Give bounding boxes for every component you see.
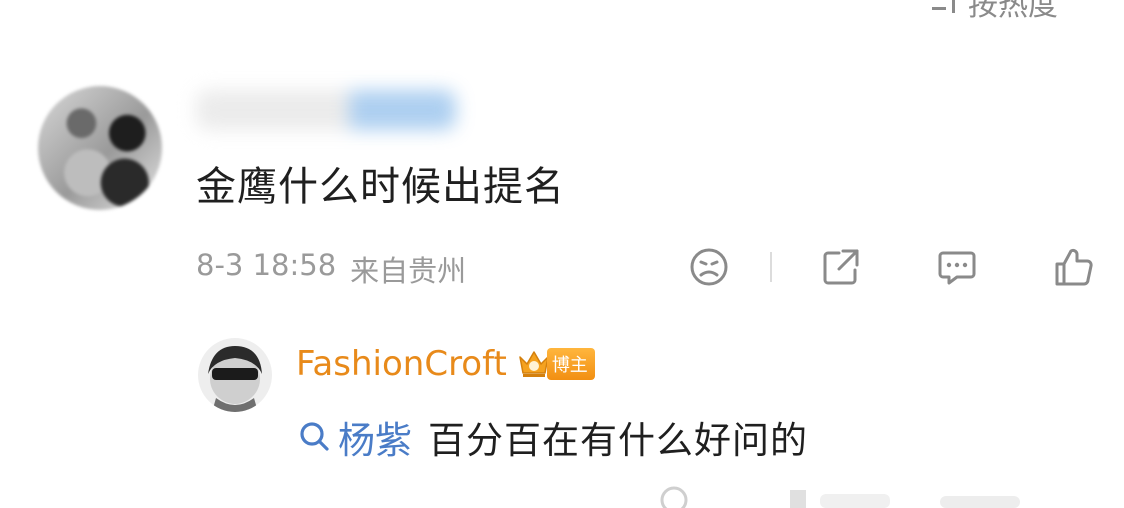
comment-button[interactable] [932,242,982,292]
share-icon [823,249,859,285]
topic-link[interactable]: 杨紫 [298,410,412,464]
dislike-face-icon [690,248,728,286]
search-icon [300,422,329,451]
commenter-name-blurred [196,90,456,130]
cropped-bottom-row [660,486,1020,508]
comment-location: 来自贵州 [350,254,467,288]
reply-avatar[interactable] [198,338,272,412]
sort-label: 按热度 [968,0,1058,23]
actions-divider [770,252,772,282]
share-button[interactable] [816,242,866,292]
crown-icon [519,351,549,377]
blogger-badge: 博主 [517,347,595,381]
topic-label: 杨紫 [338,419,412,462]
reply-content: 杨紫 百分百在有什么好问的 [298,410,808,464]
comment-meta: 8-3 18:58 来自贵州 [196,248,466,290]
sort-icon [932,0,955,13]
dislike-button[interactable] [684,242,734,292]
reply-author-name[interactable]: FashionCroft [296,344,507,384]
sort-control[interactable]: 按热度 [930,0,1058,23]
comment-date: 8-3 18:58 [196,248,337,282]
comment-icon [938,251,976,285]
badge-label: 博主 [546,348,595,380]
comment-actions [684,242,1098,292]
comment-text: 金鹰什么时候出提名 [196,164,565,210]
reply-text: 百分百在有什么好问的 [428,419,808,462]
like-icon [1055,248,1093,286]
like-button[interactable] [1048,242,1098,292]
reply-header: FashionCroft 博主 [296,340,595,388]
commenter-avatar[interactable] [38,86,162,210]
reply-avatar-image [208,346,262,412]
